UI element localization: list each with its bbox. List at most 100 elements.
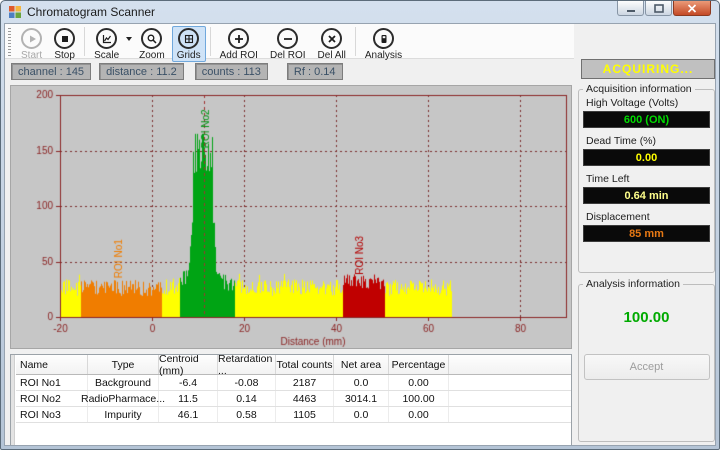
toolbar-button-add-roi[interactable]: Add ROI xyxy=(215,26,263,62)
toolbar-button-label: Zoom xyxy=(139,50,165,61)
toolbar-button-del-roi[interactable]: Del ROI xyxy=(265,26,311,62)
toolbar-button-zoom[interactable]: Zoom xyxy=(134,26,170,62)
acquiring-status-banner: ACQUIRING... xyxy=(581,59,715,79)
maximize-icon xyxy=(654,4,664,13)
toolbar-button-label: Grids xyxy=(177,50,201,61)
acquisition-info-label: Acquisition information xyxy=(583,83,695,95)
column-header-3[interactable]: Centroid (mm) xyxy=(159,355,218,374)
analysis-info-label: Analysis information xyxy=(583,278,683,290)
toolbar-button-grids[interactable]: Grids xyxy=(172,26,206,62)
stop-icon xyxy=(54,28,75,49)
table-rowheader-strip xyxy=(11,355,15,446)
close-button[interactable] xyxy=(673,1,711,16)
minus-icon xyxy=(277,28,298,49)
table-cell: 0.0 xyxy=(334,407,389,422)
toolbar-button-scale[interactable]: Scale xyxy=(89,26,124,62)
table-cell: ROI No3 xyxy=(16,407,88,422)
table-cell: 0.14 xyxy=(218,391,276,406)
dead-time-value: 0.00 xyxy=(583,149,710,166)
toolbar: Start Stop Scale Zoom Grids Add ROI Del ROI Del… xyxy=(5,24,574,59)
status-field-channel: channel : 145 xyxy=(11,63,91,80)
displacement-label: Displacement xyxy=(586,211,714,223)
table-header-row: NameTypeCentroid (mm)Retardation ...Tota… xyxy=(16,355,571,375)
high-voltage-label: High Voltage (Volts) xyxy=(586,97,714,109)
table-cell: ROI No1 xyxy=(16,375,88,390)
client-area: Start Stop Scale Zoom Grids Add ROI Del ROI Del… xyxy=(4,23,716,446)
column-header-5[interactable]: Total counts xyxy=(276,355,334,374)
table-row[interactable]: ROI No2RadioPharmace...11.50.1444633014.… xyxy=(16,391,571,407)
table-cell: 11.5 xyxy=(159,391,218,406)
analysis-info-group: Analysis information 100.00 Accept xyxy=(578,284,715,442)
toolbar-button-analysis[interactable]: Analysis xyxy=(360,26,407,62)
table-cell: 4463 xyxy=(276,391,334,406)
table-cell: Background xyxy=(88,375,159,390)
status-field-distance: distance : 11.2 xyxy=(99,63,184,80)
window-title: Chromatogram Scanner xyxy=(27,5,155,19)
table-row[interactable]: ROI No1Background-6.4-0.0821870.00.00 xyxy=(16,375,571,391)
scale-chart-icon xyxy=(96,28,117,49)
toolbar-button-label: Analysis xyxy=(365,50,402,61)
toolbar-button-stop[interactable]: Stop xyxy=(49,26,80,62)
time-left-label: Time Left xyxy=(586,173,714,185)
column-header-7[interactable]: Percentage xyxy=(389,355,449,374)
roi-table: NameTypeCentroid (mm)Retardation ...Tota… xyxy=(10,354,572,446)
table-cell: ROI No2 xyxy=(16,391,88,406)
table-cell: 100.00 xyxy=(389,391,449,406)
chromatogram-chart[interactable] xyxy=(11,86,571,348)
table-cell: 0.0 xyxy=(334,375,389,390)
minimize-icon xyxy=(626,4,636,13)
table-cell: 0.00 xyxy=(389,375,449,390)
table-cell: RadioPharmace... xyxy=(88,391,159,406)
toolbar-button-start[interactable]: Start xyxy=(16,26,47,62)
right-panel: ACQUIRING... Acquisition information Hig… xyxy=(577,58,716,445)
toolbar-separator xyxy=(84,27,85,56)
high-voltage-value: 600 (ON) xyxy=(583,111,710,128)
table-cell: 46.1 xyxy=(159,407,218,422)
play-icon xyxy=(21,28,42,49)
displacement-value: 85 mm xyxy=(583,225,710,242)
toolbar-button-del-all[interactable]: Del All xyxy=(313,26,351,62)
plus-icon xyxy=(228,28,249,49)
table-cell: 3014.1 xyxy=(334,391,389,406)
toolbar-button-label: Add ROI xyxy=(220,50,258,61)
table-cell: -6.4 xyxy=(159,375,218,390)
acquisition-info-group: Acquisition information High Voltage (Vo… xyxy=(578,89,715,273)
cross-icon xyxy=(321,28,342,49)
minimize-button[interactable] xyxy=(617,1,644,16)
toolbar-separator xyxy=(355,27,356,56)
table-cell: 2187 xyxy=(276,375,334,390)
report-icon xyxy=(373,28,394,49)
grid-icon xyxy=(178,28,199,49)
analysis-percentage-value: 100.00 xyxy=(579,309,714,326)
column-header-4[interactable]: Retardation ... xyxy=(218,355,276,374)
chart-panel xyxy=(10,85,572,349)
column-header-1[interactable]: Name xyxy=(16,355,88,374)
dead-time-label: Dead Time (%) xyxy=(586,135,714,147)
accept-button[interactable]: Accept xyxy=(584,354,710,380)
toolbar-button-label: Stop xyxy=(54,50,75,61)
toolbar-button-label: Start xyxy=(21,50,42,61)
status-row: channel : 145 distance : 11.2 counts : 113… xyxy=(11,63,343,80)
status-field-rf: Rf : 0.14 xyxy=(287,63,343,80)
toolbar-separator xyxy=(210,27,211,56)
magnifier-icon xyxy=(141,28,162,49)
toolbar-grip[interactable] xyxy=(8,28,11,56)
toolbar-button-label: Del All xyxy=(318,50,346,61)
close-icon xyxy=(687,4,697,13)
table-row[interactable]: ROI No3Impurity46.10.5811050.00.00 xyxy=(16,407,571,423)
table-cell: 0.00 xyxy=(389,407,449,422)
time-left-value: 0.64 min xyxy=(583,187,710,204)
column-header-6[interactable]: Net area xyxy=(334,355,389,374)
column-header-2[interactable]: Type xyxy=(88,355,159,374)
toolbar-button-label: Del ROI xyxy=(270,50,306,61)
app-window: Chromatogram Scanner Start Stop Scale Zoom G… xyxy=(0,0,720,450)
table-cell: -0.08 xyxy=(218,375,276,390)
titlebar[interactable]: Chromatogram Scanner xyxy=(1,1,719,23)
scale-dropdown-arrow-icon[interactable] xyxy=(125,27,133,49)
maximize-button[interactable] xyxy=(645,1,672,16)
table-cell: 1105 xyxy=(276,407,334,422)
status-field-counts: counts : 113 xyxy=(195,63,268,80)
table-cell: 0.58 xyxy=(218,407,276,422)
table-cell: Impurity xyxy=(88,407,159,422)
app-icon xyxy=(8,5,22,19)
